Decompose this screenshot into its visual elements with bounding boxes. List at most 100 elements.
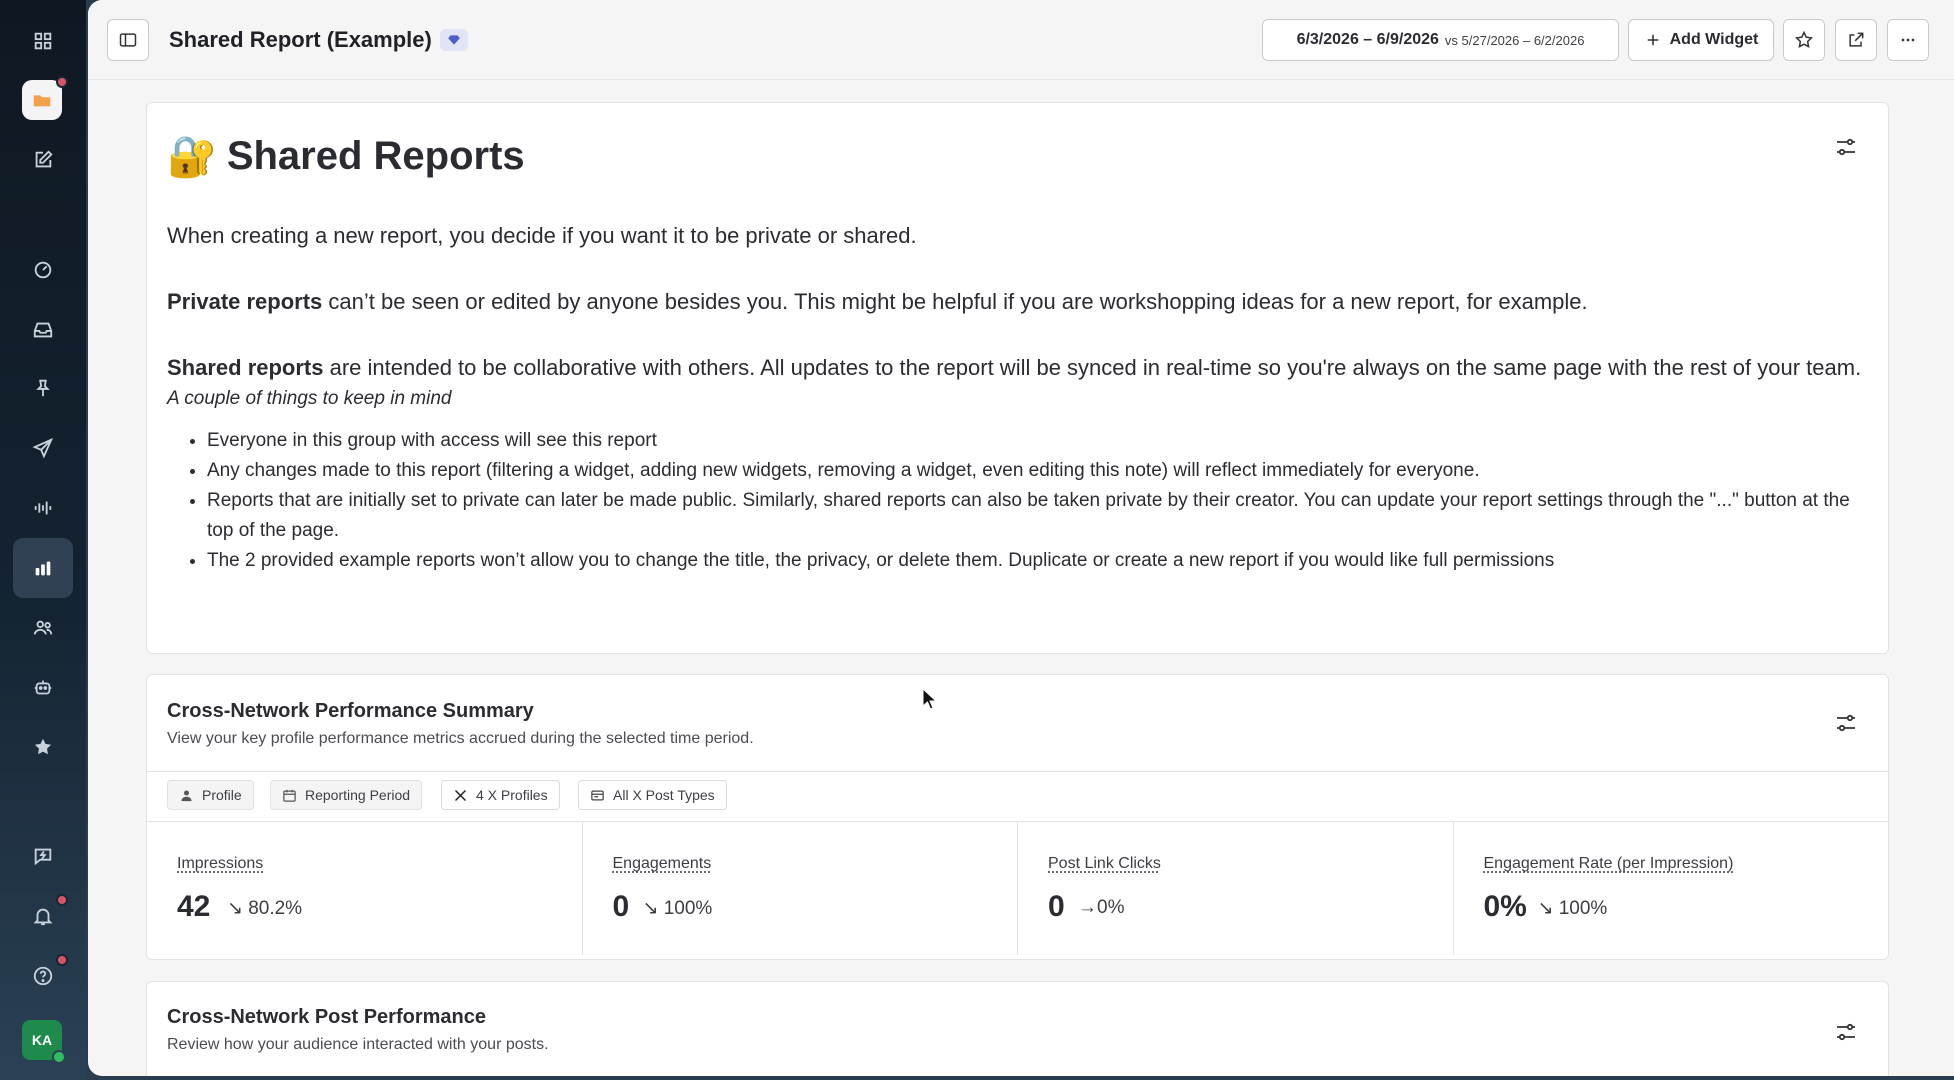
metric-label[interactable]: Post Link Clicks (1048, 855, 1161, 873)
metric-change: ↘ 100% (643, 897, 713, 920)
trend-down-icon: ↘ (227, 898, 243, 919)
feedback-chat-icon[interactable] (13, 826, 73, 886)
calendar-icon (283, 789, 296, 802)
post-card-icon (591, 790, 604, 800)
private-text: can’t be seen or edited by anyone beside… (322, 289, 1588, 314)
trend-down-icon: ↘ (642, 898, 659, 919)
post-types-chip[interactable]: All X Post Types (578, 780, 727, 810)
sidebar-panel-icon (119, 33, 137, 47)
compare-range: vs 5/27/2026 – 6/2/2026 (1444, 32, 1585, 48)
folder-icon[interactable] (22, 80, 62, 120)
app-sidebar: KA (0, 0, 86, 1080)
reports-bar-chart-icon[interactable] (13, 538, 73, 598)
metric-change-value: 100% (1558, 898, 1608, 919)
note-body: When creating a new report, you decide i… (167, 219, 1867, 576)
metric-value: 0% (1483, 890, 1527, 923)
metric-change-value: 80.2% (248, 898, 303, 919)
share-export-button[interactable] (1835, 19, 1877, 61)
shared-paragraph: Shared reports are intended to be collab… (167, 351, 1867, 384)
metric-engagements: Engagements 0 ↘ 100% (583, 822, 1018, 955)
chip-label: Reporting Period (305, 787, 411, 803)
post-performance-widget: Cross-Network Post Performance Review ho… (146, 981, 1889, 1076)
private-paragraph: Private reports can’t be seen or edited … (167, 285, 1867, 318)
chip-label: Profile (202, 787, 242, 803)
send-icon[interactable] (13, 418, 73, 478)
performance-summary-widget: Cross-Network Performance Summary View y… (146, 674, 1889, 960)
add-widget-button[interactable]: Add Widget (1628, 19, 1774, 61)
toggle-sidebar-button[interactable] (107, 19, 149, 61)
shared-text: are intended to be collaborative with ot… (323, 355, 1862, 380)
external-link-icon (1849, 32, 1864, 47)
list-item: Everyone in this group with access will … (207, 426, 1867, 456)
metric-engagement-rate: Engagement Rate (per Impression) 0% ↘ 10… (1454, 822, 1889, 955)
list-item: The 2 provided example reports won’t all… (207, 546, 1867, 576)
profile-filter-chip[interactable]: Profile (167, 780, 254, 810)
widget-settings-icon[interactable] (1834, 1020, 1858, 1044)
bot-icon[interactable] (13, 658, 73, 718)
note-widget: 🔐 Shared Reports When creating a new rep… (146, 102, 1889, 654)
add-widget-label: Add Widget (1669, 31, 1759, 48)
inbox-icon[interactable] (13, 300, 73, 360)
date-range: 6/3/2026 – 6/9/2026 (1296, 31, 1439, 48)
metric-change-value: 0% (1097, 897, 1125, 918)
page-title: Shared Report (Example) (169, 27, 432, 52)
widget-settings-icon[interactable] (1834, 135, 1858, 159)
apps-grid-icon[interactable] (13, 11, 73, 71)
metrics-row: Impressions 42 ↘ 80.2% Engagements 0 ↘ 1… (147, 821, 1888, 955)
notification-dot (56, 894, 68, 906)
summary-title: Cross-Network Performance Summary (167, 700, 534, 722)
x-profiles-chip[interactable]: 4 X Profiles (441, 780, 560, 810)
metric-impressions: Impressions 42 ↘ 80.2% (147, 822, 583, 955)
widget-settings-icon[interactable] (1834, 711, 1858, 735)
trend-down-icon: ↘ (1537, 898, 1554, 919)
favorite-button[interactable] (1783, 19, 1825, 61)
metric-value: 0 (1048, 890, 1065, 923)
metric-value: 0 (612, 890, 630, 923)
list-item: Reports that are initially set to privat… (207, 486, 1867, 546)
note-intro: When creating a new report, you decide i… (167, 223, 917, 248)
note-bullets: Everyone in this group with access will … (167, 426, 1867, 576)
metric-change: ↘ 80.2% (227, 897, 302, 920)
user-avatar[interactable]: KA (22, 1020, 66, 1064)
more-options-button[interactable] (1887, 19, 1929, 61)
metric-label[interactable]: Engagements (613, 855, 712, 873)
dashboard-gauge-icon[interactable] (13, 240, 73, 300)
chip-label: 4 X Profiles (476, 787, 548, 803)
metric-value: 42 (177, 890, 211, 923)
metric-change: ↘ 100% (1538, 897, 1608, 920)
metric-change-value: 100% (663, 898, 713, 919)
shared-bold: Shared reports (167, 355, 324, 380)
lock-key-icon: 🔐 (167, 135, 217, 179)
chip-label: All X Post Types (613, 787, 715, 803)
note-title-text: Shared Reports (226, 134, 525, 178)
summary-subtitle: View your key profile performance metric… (167, 730, 754, 747)
reporting-period-chip[interactable]: Reporting Period (270, 780, 423, 810)
metric-change: →0% (1078, 897, 1124, 919)
listening-waveform-icon[interactable] (13, 478, 73, 538)
ellipsis-icon (1901, 38, 1915, 42)
note-title: 🔐 Shared Reports (167, 133, 525, 180)
private-bold: Private reports (167, 289, 323, 314)
avatar-initials: KA (31, 1032, 53, 1048)
premium-gem-icon (440, 29, 468, 51)
mouse-cursor-icon (922, 688, 938, 710)
post-performance-subtitle: Review how your audience interacted with… (167, 1036, 549, 1053)
main-panel: Shared Report (Example) 6/3/2026 – 6/9/2… (88, 0, 1954, 1076)
post-performance-title: Cross-Network Post Performance (167, 1006, 486, 1028)
date-range-picker[interactable]: 6/3/2026 – 6/9/2026 vs 5/27/2026 – 6/2/2… (1262, 19, 1619, 61)
list-item: Any changes made to this report (filteri… (207, 456, 1867, 486)
pin-icon[interactable] (13, 358, 73, 418)
metric-label[interactable]: Impressions (177, 855, 263, 873)
person-icon (181, 790, 192, 801)
notification-dot (56, 76, 68, 88)
plus-icon (1647, 34, 1658, 46)
people-icon[interactable] (13, 598, 73, 658)
keep-in-mind: A couple of things to keep in mind (167, 388, 452, 409)
metric-post-link-clicks: Post Link Clicks 0 →0% (1018, 822, 1454, 955)
star-review-icon[interactable] (13, 717, 73, 777)
notification-dot (56, 954, 68, 966)
compose-icon[interactable] (13, 130, 73, 190)
report-header: Shared Report (Example) 6/3/2026 – 6/9/2… (88, 0, 1954, 80)
online-status-dot (52, 1050, 66, 1064)
metric-label[interactable]: Engagement Rate (per Impression) (1484, 855, 1734, 873)
